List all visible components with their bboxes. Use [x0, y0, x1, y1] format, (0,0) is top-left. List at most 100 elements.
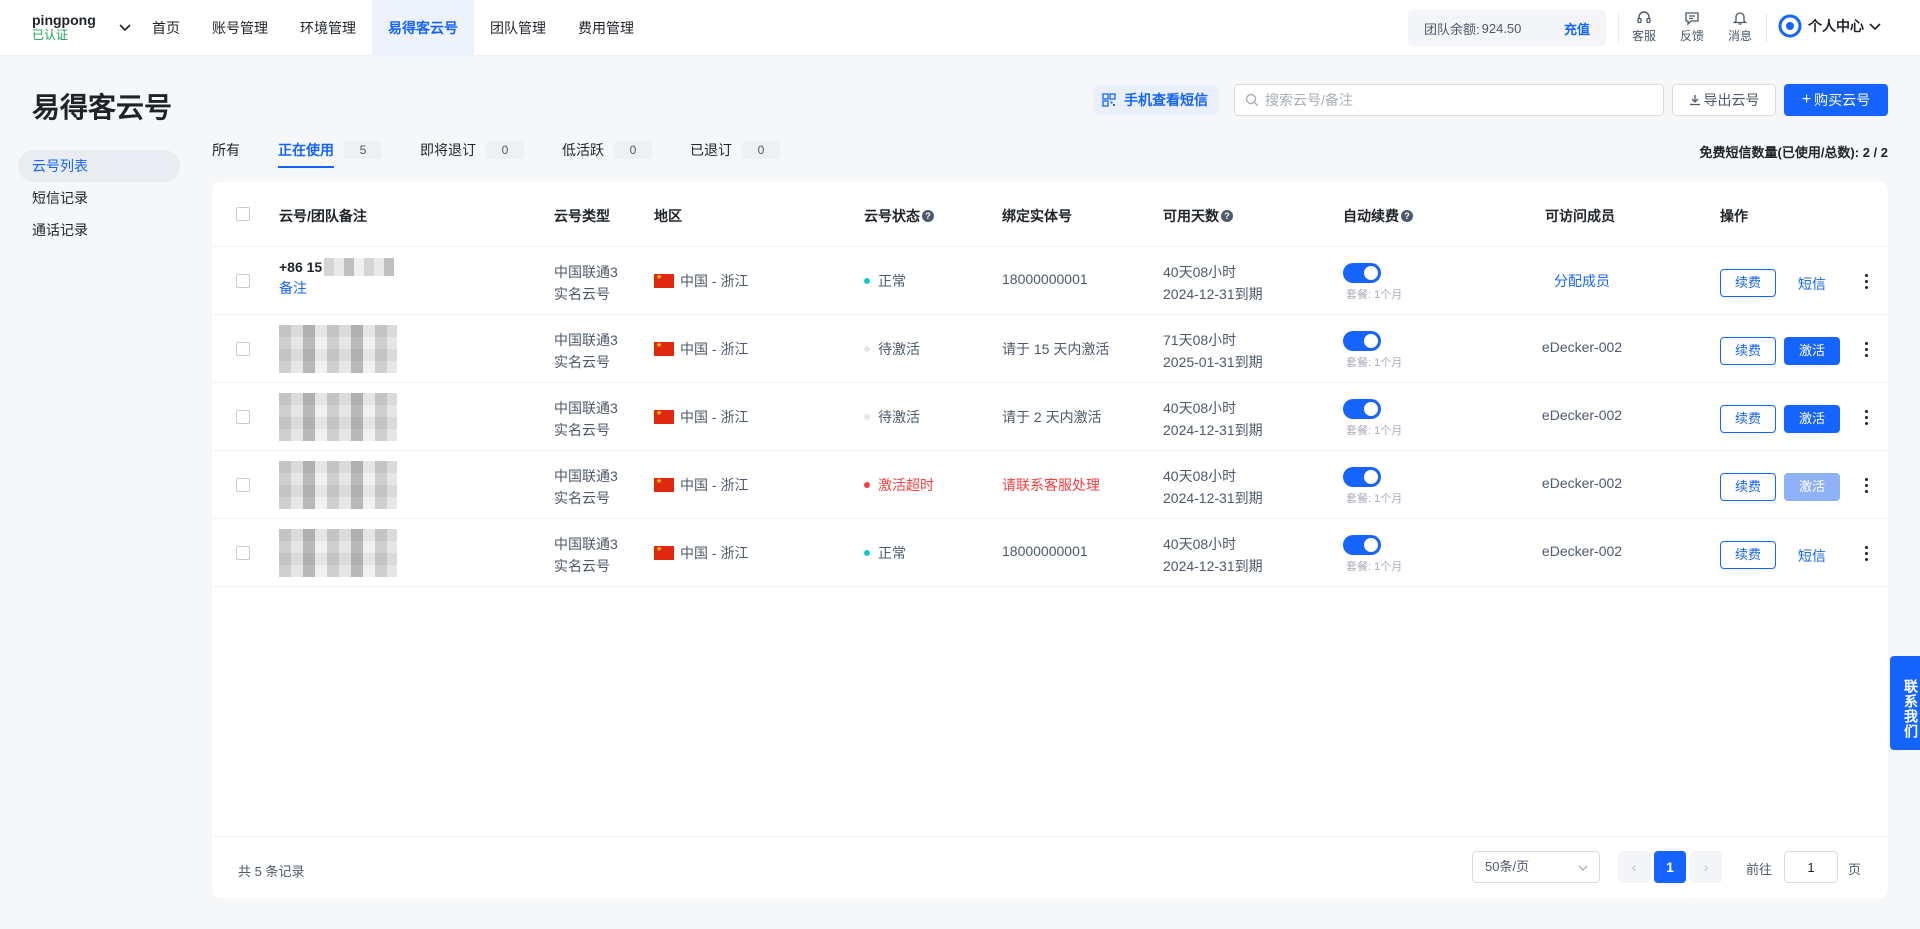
bound-number: 18000000001	[1002, 271, 1088, 287]
region-label: 中国 - 浙江	[680, 341, 749, 357]
contact-us-button[interactable]: 联系我们	[1890, 656, 1920, 750]
col-status: 云号状态?	[864, 206, 934, 226]
profile-menu[interactable]: 个人中心	[1778, 14, 1882, 38]
status-label: 待激活	[878, 409, 920, 425]
mobile-sms-button[interactable]: 手机查看短信	[1094, 85, 1218, 115]
tab-label: 已退订	[690, 142, 732, 158]
plan-label: 套餐: 1个月	[1346, 425, 1403, 437]
expiry-date: 2024-12-31到期	[1163, 558, 1263, 574]
nav-cloud-numbers[interactable]: 易得客云号	[372, 0, 474, 56]
auto-renew-toggle[interactable]	[1343, 399, 1381, 419]
export-button[interactable]: 导出云号	[1672, 84, 1776, 116]
number-type: 中国联通3 实名云号	[554, 261, 618, 305]
renew-button[interactable]: 续费	[1720, 337, 1776, 365]
more-options-icon[interactable]	[1860, 543, 1872, 563]
region-label: 中国 - 浙江	[680, 273, 749, 289]
status-cell: 待激活	[864, 407, 920, 427]
nav-home[interactable]: 首页	[136, 0, 196, 56]
nav-billing[interactable]: 费用管理	[562, 0, 650, 56]
org-switcher[interactable]: pingpong 已认证	[32, 12, 132, 42]
tab-all[interactable]: 所有	[212, 138, 240, 162]
renew-button[interactable]: 续费	[1720, 541, 1776, 569]
goto-label: 前往	[1746, 862, 1773, 877]
status-cell: 正常	[864, 543, 906, 563]
auto-renew-toggle[interactable]	[1343, 467, 1381, 487]
download-icon	[1689, 95, 1700, 106]
nav-team[interactable]: 团队管理	[474, 0, 562, 56]
type-line: 中国联通3	[554, 400, 618, 416]
row-checkbox[interactable]	[236, 410, 250, 424]
page-size-select[interactable]: 50条/页	[1472, 851, 1600, 883]
status-cell: 正常	[864, 271, 906, 291]
chevron-down-icon	[119, 24, 131, 32]
activate-button[interactable]: 激活	[1784, 473, 1840, 501]
number-prefix: +86 15	[279, 259, 323, 275]
support-label: 客服	[1631, 29, 1656, 43]
sidebar-item-number-list[interactable]: 云号列表	[18, 150, 180, 182]
tab-count: 0	[486, 141, 524, 159]
sidebar-item-sms-records[interactable]: 短信记录	[18, 182, 180, 214]
tab-low-activity[interactable]: 低活跃 0	[562, 138, 652, 162]
tab-in-use[interactable]: 正在使用 5	[278, 138, 382, 168]
china-flag-icon	[654, 340, 674, 356]
help-icon[interactable]: ?	[1401, 210, 1413, 222]
balance-amount: 924.50	[1481, 20, 1522, 36]
days-cell: 40天08小时 2024-12-31到期	[1163, 261, 1263, 305]
page-number[interactable]: 1	[1654, 851, 1686, 883]
more-options-icon[interactable]	[1860, 407, 1872, 427]
help-icon[interactable]: ?	[1221, 210, 1233, 222]
buy-number-button[interactable]: + 购买云号	[1784, 84, 1888, 116]
sms-link[interactable]: 短信	[1798, 274, 1826, 294]
next-page-button[interactable]: ›	[1690, 851, 1722, 883]
search-input[interactable]	[1265, 92, 1663, 108]
number-cell: +86 15 备注	[279, 257, 409, 299]
more-options-icon[interactable]	[1860, 339, 1872, 359]
region-label: 中国 - 浙江	[680, 545, 749, 561]
activate-button[interactable]: 激活	[1784, 405, 1840, 433]
nav-environments[interactable]: 环境管理	[284, 0, 372, 56]
row-checkbox[interactable]	[236, 546, 250, 560]
select-all-checkbox[interactable]	[236, 207, 250, 221]
days-remaining: 40天08小时	[1163, 400, 1237, 416]
prev-page-button[interactable]: ‹	[1618, 851, 1650, 883]
auto-renew-toggle[interactable]	[1343, 331, 1381, 351]
tab-unsubscribing[interactable]: 即将退订 0	[420, 138, 524, 162]
note-link[interactable]: 备注	[279, 277, 409, 299]
row-checkbox[interactable]	[236, 478, 250, 492]
feedback-button[interactable]: 反馈	[1672, 10, 1712, 46]
renew-button[interactable]: 续费	[1720, 405, 1776, 433]
more-options-icon[interactable]	[1860, 475, 1872, 495]
renew-button[interactable]: 续费	[1720, 269, 1776, 297]
row-checkbox[interactable]	[236, 342, 250, 356]
more-options-icon[interactable]	[1860, 271, 1872, 291]
type-line: 实名云号	[554, 422, 610, 438]
feedback-icon	[1685, 12, 1699, 26]
member-name: eDecker-002	[1541, 543, 1623, 559]
tab-unsubscribed[interactable]: 已退订 0	[690, 138, 780, 162]
recharge-link[interactable]: 充值	[1564, 19, 1590, 38]
bound-number: 请于 15 天内激活	[1002, 341, 1110, 357]
sms-link[interactable]: 短信	[1798, 546, 1826, 566]
china-flag-icon	[654, 408, 674, 424]
tab-label: 正在使用	[278, 142, 334, 158]
tab-count: 0	[742, 141, 780, 159]
messages-button[interactable]: 消息	[1720, 10, 1760, 46]
org-name: pingpong	[32, 12, 96, 28]
table-header: 云号/团队备注 云号类型 地区 云号状态? 绑定实体号 可用天数? 自动续费? …	[212, 182, 1888, 247]
goto-page-input[interactable]	[1784, 851, 1838, 883]
plan-label: 套餐: 1个月	[1346, 561, 1403, 573]
help-icon[interactable]: ?	[922, 210, 934, 222]
auto-renew-toggle[interactable]	[1343, 263, 1381, 283]
table-footer: 共 5 条记录 50条/页 ‹ 1 › 前往 页	[212, 836, 1888, 898]
assign-member-link[interactable]: 分配成员	[1502, 271, 1662, 291]
nav-accounts[interactable]: 账号管理	[196, 0, 284, 56]
activate-button[interactable]: 激活	[1784, 337, 1840, 365]
type-line: 实名云号	[554, 286, 610, 302]
support-button[interactable]: 客服	[1624, 10, 1664, 46]
auto-renew-toggle[interactable]	[1343, 535, 1381, 555]
type-line: 中国联通3	[554, 536, 618, 552]
col-type: 云号类型	[554, 208, 610, 224]
renew-button[interactable]: 续费	[1720, 473, 1776, 501]
row-checkbox[interactable]	[236, 274, 250, 288]
sidebar-item-call-records[interactable]: 通话记录	[18, 214, 180, 246]
